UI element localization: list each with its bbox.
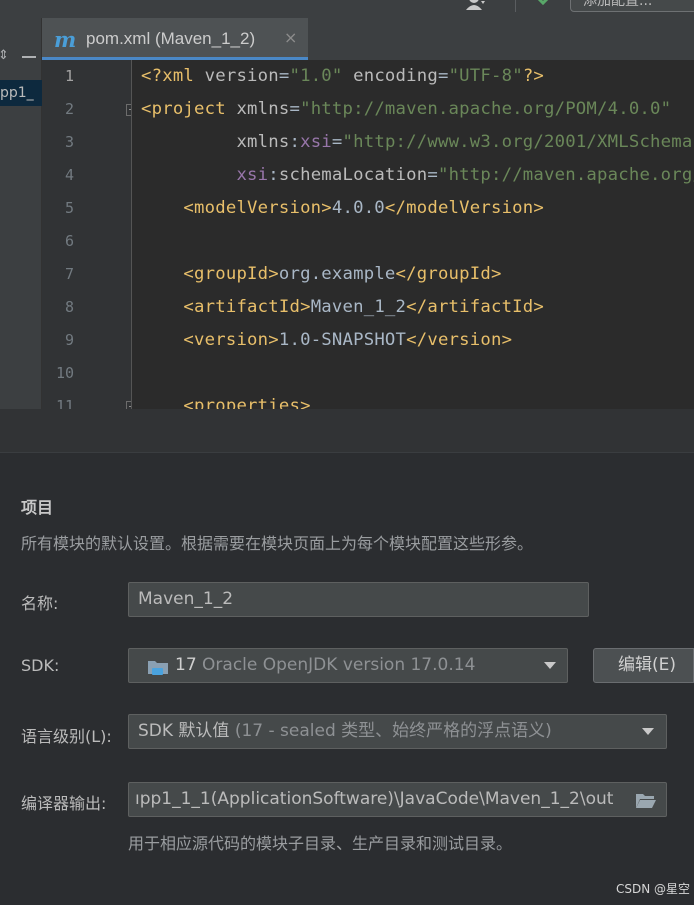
code-line: <groupId>org.example</groupId> [183,264,502,284]
panel-header-strip [0,409,694,453]
dropdown-caret-icon[interactable] [544,662,556,669]
code-line: <?xml version="1.0" encoding="UTF-8"?> [141,66,545,86]
project-tree-item[interactable]: pp1_ [0,80,42,106]
line-number: 1 [64,67,74,85]
editor-region: 添加配置... ⇕ pp1_ m pom.xml (Maven_1_2) × 1… [0,0,694,409]
open-folder-icon[interactable] [635,792,657,810]
user-icon[interactable] [466,0,486,10]
close-icon[interactable]: × [284,28,297,47]
line-number: 3 [64,133,74,151]
line-number: 5 [64,199,74,217]
line-number: 9 [64,331,74,349]
code-line: <modelVersion>4.0.0</modelVersion> [183,198,544,218]
code-line: xmlns:xsi="http://www.w3.org/2001/XMLSch… [236,132,694,152]
line-number: 6 [64,232,74,250]
minimize-icon[interactable] [22,56,36,58]
code-line: <version>1.0-SNAPSHOT</version> [183,330,513,350]
language-level-detail: (17 - sealed 类型、始终严格的浮点语义) [229,721,552,741]
line-number: 4 [64,166,74,184]
scroll-arrows-icon[interactable]: ⇕ [0,48,9,63]
sdk-version-number: 17 [175,655,197,675]
code-line: xsi:schemaLocation="http://maven.apache.… [236,165,694,185]
project-tool-window: ⇕ pp1_ [0,18,42,409]
language-level-label: 语言级别(L): [21,727,112,746]
project-name-input[interactable]: Maven_1_2 [128,582,589,617]
section-title: 项目 [21,498,54,517]
language-level-value: SDK 默认值 [138,721,230,741]
green-arrow-icon[interactable] [534,0,552,8]
sdk-version-name: Oracle OpenJDK version 17.0.14 [196,655,476,675]
folder-icon [148,661,168,675]
top-toolbar: 添加配置... [0,0,694,18]
tab-label: pom.xml (Maven_1_2) [86,29,256,48]
line-number: 10 [55,364,74,382]
section-description: 所有模块的默认设置。根据需要在模块页面上为每个模块配置这些形参。 [21,534,534,553]
tab-pom-xml[interactable]: m pom.xml (Maven_1_2) × [42,18,308,60]
sdk-label: SDK: [21,656,60,675]
name-label: 名称: [21,594,59,613]
add-configuration-button[interactable]: 添加配置... [570,0,694,12]
line-number: 2 [64,100,74,118]
line-number: 8 [64,298,74,316]
code-line: <properties> [183,396,311,409]
compiler-output-hint: 用于相应源代码的模块子目录、生产目录和测试目录。 [128,834,513,853]
line-number: 11 [55,397,74,409]
dropdown-caret-icon[interactable] [642,728,654,735]
watermark: CSDN @星空 [616,882,691,896]
language-level-select[interactable]: SDK 默认值 (17 - sealed 类型、始终严格的浮点语义) [128,714,667,749]
compiler-output-input[interactable]: ıpp1_1_1(ApplicationSoftware)\JavaCode\M… [128,782,667,817]
project-settings-panel: 项目 所有模块的默认设置。根据需要在模块页面上为每个模块配置这些形参。 名称: … [0,409,694,905]
compiler-output-label: 编译器输出: [21,794,107,813]
maven-m-icon: m [54,27,77,52]
code-line: <project xmlns="http://maven.apache.org/… [141,99,672,119]
line-number-gutter: 1 2 3 4 5 6 7 8 9 10 11 [42,60,138,409]
toolbar-separator [515,0,516,12]
code-editor[interactable]: <?xml version="1.0" encoding="UTF-8"?> <… [132,60,694,409]
compiler-output-path: ıpp1_1_1(ApplicationSoftware)\JavaCode\M… [135,789,614,809]
line-number: 7 [64,265,74,283]
sdk-select[interactable]: 17 Oracle OpenJDK version 17.0.14 [128,648,568,683]
edit-sdk-button[interactable]: 编辑(E) [593,648,694,683]
code-line: <artifactId>Maven_1_2</artifactId> [183,297,544,317]
editor-tab-bar: m pom.xml (Maven_1_2) × [42,18,694,60]
